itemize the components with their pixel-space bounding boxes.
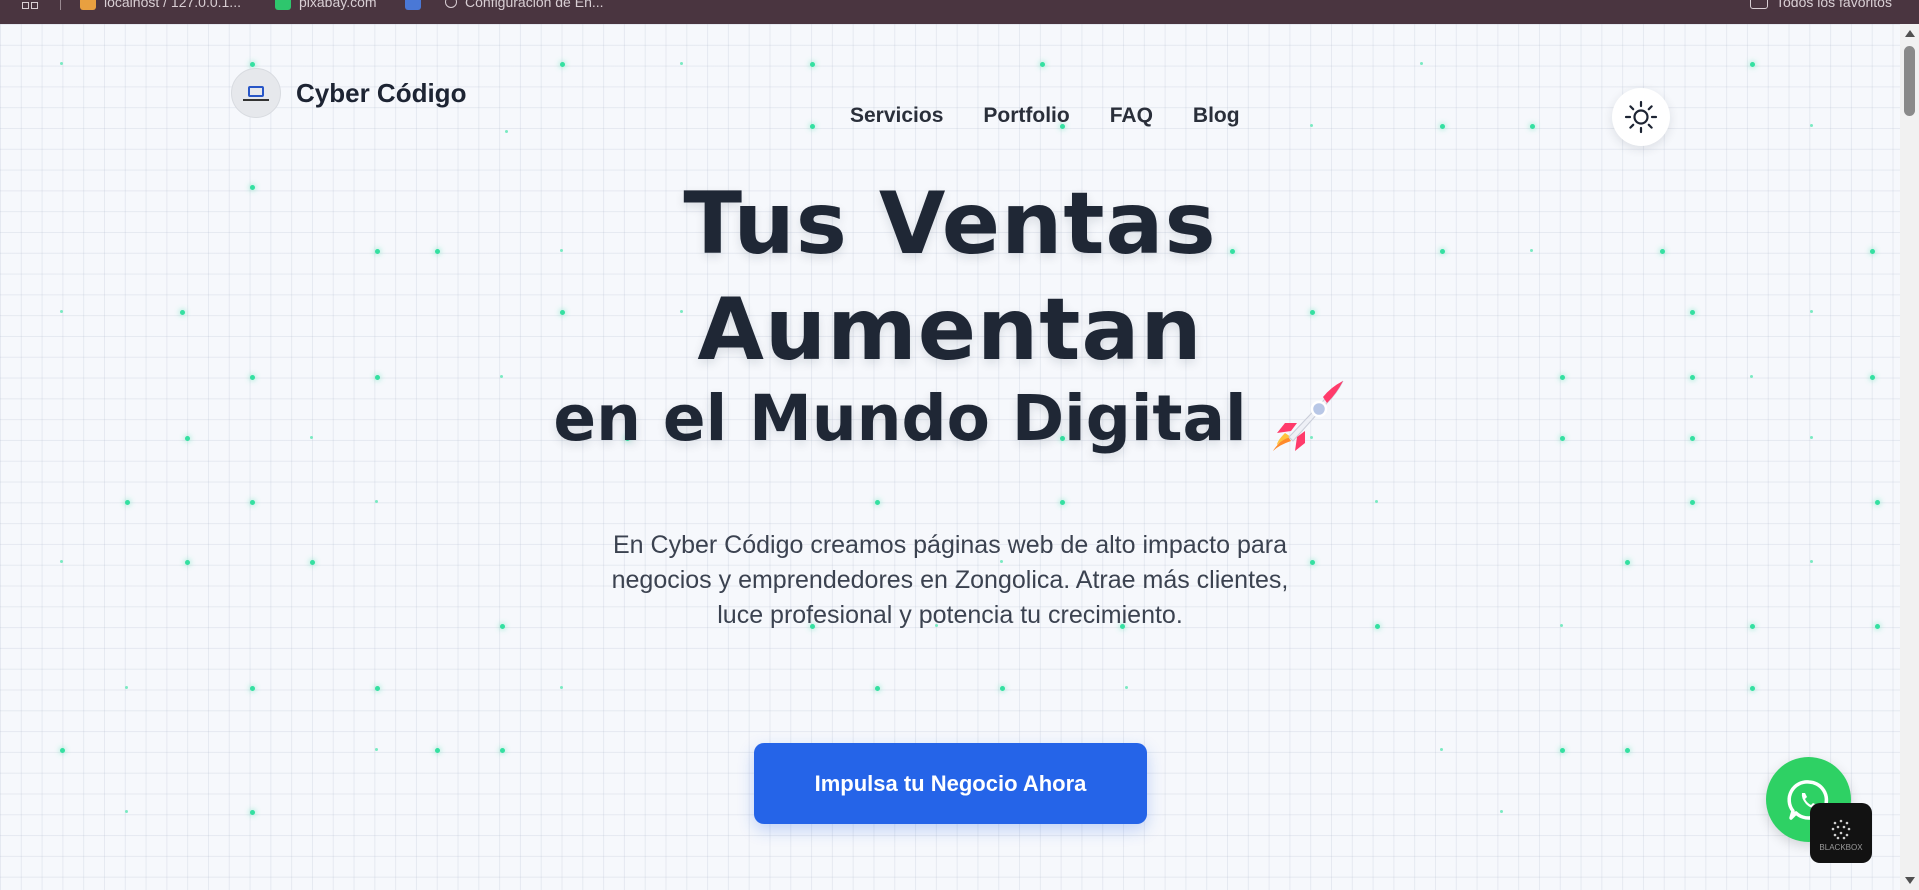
nav-servicios[interactable]: Servicios: [850, 104, 943, 128]
bookmark-label: Configuración de En...: [465, 0, 604, 10]
subtitle-line: luce profesional y potencia tu crecimien…: [717, 601, 1183, 629]
scroll-up-arrow[interactable]: [1905, 30, 1915, 37]
background-dot: [810, 62, 815, 67]
all-bookmarks[interactable]: Todos los favoritos: [1750, 0, 1892, 10]
main-nav: Servicios Portfolio FAQ Blog: [850, 104, 1240, 128]
theme-toggle-button[interactable]: [1612, 88, 1670, 146]
bookmark-configuracion[interactable]: Configuración de En...: [445, 0, 604, 10]
background-dot: [1420, 62, 1423, 65]
background-dot: [1060, 500, 1065, 505]
background-dot: [560, 686, 563, 689]
settings-icon: [445, 0, 457, 8]
bookmarks-separator: [60, 0, 61, 10]
rocket-icon: [1272, 380, 1344, 451]
hero-title-line1: Tus Ventas: [683, 174, 1217, 274]
background-dot: [1560, 624, 1563, 627]
brand-logo-link[interactable]: Cyber Código: [231, 68, 466, 118]
blackbox-widget[interactable]: BLACKBOX: [1810, 803, 1872, 863]
background-dot: [250, 500, 255, 505]
background-dot: [60, 62, 63, 65]
background-dot: [1040, 62, 1045, 67]
background-dot: [810, 124, 815, 129]
bookmark-po[interactable]: [405, 0, 421, 10]
background-dot: [505, 130, 508, 133]
background-dot: [125, 686, 128, 689]
background-dot: [1560, 748, 1565, 753]
bookmark-label: localhost / 127.0.0.1...: [104, 0, 241, 10]
blackbox-label: BLACKBOX: [1819, 842, 1863, 852]
pixabay-icon: [275, 0, 291, 10]
po-icon: [405, 0, 421, 10]
bookmark-localhost[interactable]: localhost / 127.0.0.1...: [80, 0, 241, 10]
background-dot: [500, 748, 505, 753]
background-dot: [1375, 624, 1380, 629]
background-dot: [1310, 124, 1313, 127]
background-dot: [1750, 62, 1755, 67]
background-dot: [1875, 624, 1880, 629]
background-dot: [250, 62, 255, 67]
background-dot: [310, 560, 315, 565]
bookmarks-bar: localhost / 127.0.0.1... pixabay.com Con…: [0, 0, 1919, 24]
cta-button[interactable]: Impulsa tu Negocio Ahora: [754, 743, 1147, 824]
folder-icon: [1750, 0, 1768, 9]
nav-blog[interactable]: Blog: [1193, 104, 1240, 128]
background-dot: [60, 748, 65, 753]
sun-icon: [1624, 100, 1658, 134]
background-dot: [1440, 124, 1445, 129]
background-dot: [1690, 500, 1695, 505]
background-dot: [375, 748, 378, 751]
hero-title-line2: Aumentan: [697, 280, 1203, 380]
background-dot: [1375, 500, 1378, 503]
background-dot: [375, 500, 378, 503]
background-dot: [375, 686, 380, 691]
background-dot: [435, 748, 440, 753]
background-dot: [1810, 560, 1813, 563]
background-dot: [1625, 560, 1630, 565]
background-dot: [60, 560, 63, 563]
background-dot: [185, 560, 190, 565]
background-dot: [875, 686, 880, 691]
hero-title-line3: en el Mundo Digital: [553, 382, 1247, 455]
background-dot: [125, 810, 128, 813]
background-dot: [1000, 686, 1005, 691]
subtitle-line: En Cyber Código creamos páginas web de a…: [613, 531, 1287, 559]
background-dot: [875, 500, 880, 505]
hero-title-line3-wrap: en el Mundo Digital: [0, 380, 1900, 463]
background-dot: [1875, 500, 1880, 505]
apps-grid-icon[interactable]: [22, 2, 40, 12]
subtitle-line: negocios y emprendedores en Zongolica. A…: [611, 566, 1289, 594]
landing-page: Cyber Código Servicios Portfolio FAQ Blo…: [0, 24, 1900, 890]
background-dot: [560, 62, 565, 67]
nav-portfolio[interactable]: Portfolio: [983, 104, 1069, 128]
scroll-thumb[interactable]: [1904, 46, 1915, 116]
bookmark-label: pixabay.com: [299, 0, 377, 10]
bookmark-pixabay[interactable]: pixabay.com: [275, 0, 377, 10]
brand-name: Cyber Código: [296, 77, 467, 108]
background-dot: [1530, 124, 1535, 129]
background-dot: [500, 624, 505, 629]
background-dot: [125, 500, 130, 505]
page-scrollbar[interactable]: [1900, 24, 1919, 890]
blackbox-logo-icon: [1831, 819, 1851, 839]
background-dot: [1750, 624, 1755, 629]
background-dot: [250, 810, 255, 815]
background-dot: [1500, 810, 1503, 813]
background-dot: [680, 62, 683, 65]
scroll-down-arrow[interactable]: [1905, 877, 1915, 884]
hero-subtitle: En Cyber Código creamos páginas web de a…: [550, 528, 1350, 633]
logo-icon: [231, 68, 281, 118]
background-dot: [1440, 748, 1443, 751]
phpmyadmin-icon: [80, 0, 96, 10]
all-bookmarks-label: Todos los favoritos: [1776, 0, 1892, 10]
background-dot: [1810, 124, 1813, 127]
background-dot: [250, 686, 255, 691]
background-dot: [1125, 686, 1128, 689]
background-dot: [1750, 686, 1755, 691]
nav-faq[interactable]: FAQ: [1110, 104, 1153, 128]
background-dot: [1625, 748, 1630, 753]
